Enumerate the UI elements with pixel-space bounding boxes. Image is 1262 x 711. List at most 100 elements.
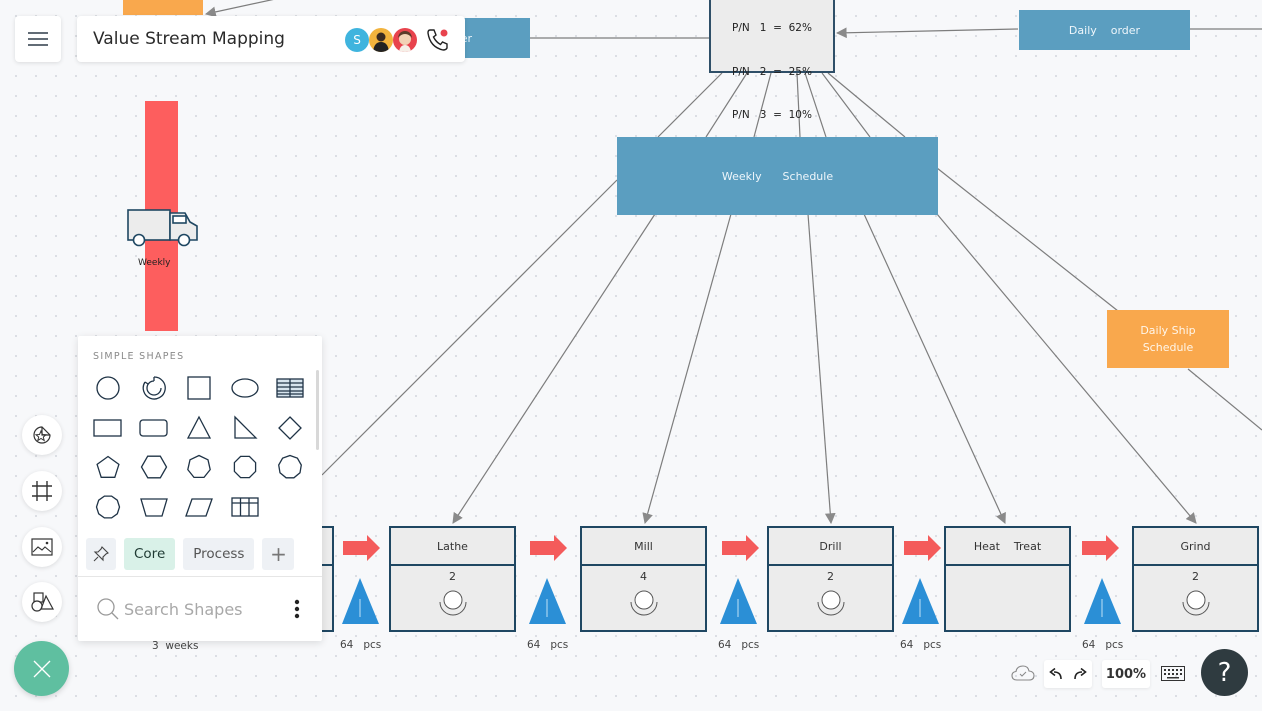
push-arrow[interactable] — [904, 535, 941, 561]
daily-order-box[interactable]: Daily order — [1019, 10, 1190, 50]
keyboard-shortcuts-icon[interactable] — [1161, 666, 1185, 681]
frame-button[interactable] — [22, 471, 62, 511]
inventory-triangle[interactable] — [720, 578, 757, 624]
shape-square[interactable] — [181, 370, 217, 406]
orange-box-partial[interactable] — [123, 0, 203, 15]
zoom-level[interactable]: 100% — [1102, 660, 1150, 688]
shape-trapezoid[interactable] — [136, 489, 172, 525]
shape-diamond[interactable] — [272, 410, 308, 446]
section-title: SIMPLE SHAPES — [93, 351, 185, 362]
shape-partial-circle[interactable] — [136, 370, 172, 406]
shape-parallelogram[interactable] — [181, 489, 217, 525]
document-title[interactable]: Value Stream Mapping — [93, 29, 285, 49]
shape-pentagon[interactable] — [90, 449, 126, 485]
trapezoid-icon — [139, 497, 168, 517]
truck-icon[interactable] — [127, 209, 198, 247]
document-title-bar: Value Stream Mapping S — [77, 16, 465, 62]
shape-nonagon[interactable] — [272, 449, 308, 485]
shape-grid-table[interactable] — [227, 489, 263, 525]
shape-library-panel: SIMPLE SHAPES Core Process + Search Shap… — [78, 336, 322, 641]
call-icon[interactable] — [425, 27, 451, 53]
operator-icon — [817, 590, 844, 616]
push-arrow[interactable] — [722, 535, 759, 561]
connector-line[interactable] — [936, 213, 1197, 524]
image-button[interactable] — [22, 527, 62, 567]
inventory-triangle[interactable] — [529, 578, 566, 624]
connector-line[interactable] — [204, 0, 280, 18]
avatar[interactable] — [369, 28, 393, 52]
add-library-button[interactable]: + — [262, 538, 295, 570]
shape-hexagon[interactable] — [136, 449, 172, 485]
process-box-heat-treat[interactable]: Heat Treat — [944, 526, 1071, 632]
shape-decagon[interactable] — [90, 489, 126, 525]
connector-line[interactable] — [835, 27, 1019, 39]
operator-icon — [630, 590, 657, 616]
hamburger-icon — [28, 32, 48, 46]
undo-icon[interactable] — [1049, 668, 1063, 680]
user-photo-icon — [398, 31, 412, 52]
shape-table-lines[interactable] — [272, 370, 308, 406]
search-input[interactable]: Search Shapes — [124, 600, 243, 619]
close-panel-button[interactable] — [14, 641, 69, 696]
process-name: Lathe — [391, 528, 514, 566]
close-icon — [33, 660, 50, 677]
tab-process[interactable]: Process — [183, 538, 255, 570]
connector-line[interactable] — [936, 167, 1119, 312]
shape-right-triangle[interactable] — [227, 410, 263, 446]
operator-icon — [1182, 590, 1209, 616]
sticker-button[interactable] — [22, 415, 62, 455]
more-options-icon[interactable] — [294, 599, 300, 619]
octagon-icon — [233, 455, 256, 479]
redo-icon[interactable] — [1073, 668, 1087, 680]
process-box-drill[interactable]: Drill 2 — [767, 526, 894, 632]
undo-redo-group — [1044, 660, 1092, 688]
pinned-tab[interactable] — [86, 538, 116, 570]
help-button[interactable]: ? — [1201, 649, 1248, 696]
shapes-button[interactable] — [22, 582, 62, 622]
connector-line[interactable] — [321, 179, 618, 476]
inventory-triangle[interactable] — [902, 578, 939, 624]
process-name: Drill — [769, 528, 892, 566]
connector-line[interactable] — [642, 213, 732, 525]
connector-line[interactable] — [807, 213, 836, 525]
weekly-schedule-box[interactable]: Weekly Schedule — [617, 137, 938, 215]
connector-line[interactable] — [1187, 368, 1262, 431]
menu-button[interactable] — [15, 16, 61, 62]
push-arrow[interactable] — [343, 535, 380, 561]
sticker-icon — [33, 426, 51, 444]
pn-line: P/N 3 = 10% — [732, 109, 812, 121]
connector-line[interactable] — [452, 213, 656, 524]
panel-scrollbar[interactable] — [316, 370, 319, 450]
process-box-lathe[interactable]: Lathe 2 — [389, 526, 516, 632]
production-control-box[interactable]: P/N 1 = 62% P/N 2 = 25% P/N 3 = 10% P/N … — [709, 0, 835, 165]
avatar[interactable] — [393, 28, 417, 52]
shape-rounded-rectangle[interactable] — [136, 410, 172, 446]
circle-icon — [96, 376, 120, 400]
connector-line[interactable] — [827, 72, 906, 138]
shape-search[interactable]: Search Shapes — [78, 577, 322, 641]
tab-core[interactable]: Core — [124, 538, 176, 570]
shape-octagon[interactable] — [227, 449, 263, 485]
shape-heptagon[interactable] — [181, 449, 217, 485]
process-box-mill[interactable]: Mill 4 — [580, 526, 707, 632]
pn-line: P/N 2 = 25% — [732, 65, 812, 78]
shape-rectangle[interactable] — [90, 410, 126, 446]
ellipse-icon — [230, 378, 259, 398]
shape-triangle[interactable] — [181, 410, 217, 446]
push-arrow[interactable] — [530, 535, 567, 561]
avatar[interactable]: S — [345, 28, 369, 52]
shape-ellipse[interactable] — [227, 370, 263, 406]
cloud-saved-icon[interactable] — [1011, 664, 1035, 682]
shape-circle[interactable] — [90, 370, 126, 406]
connector-line[interactable] — [863, 213, 1006, 524]
inventory-triangle[interactable] — [342, 578, 379, 624]
inventory-triangle[interactable] — [1084, 578, 1121, 624]
decagon-icon — [95, 494, 121, 519]
process-box-grind[interactable]: Grind 2 — [1132, 526, 1259, 632]
triangle-icon — [186, 415, 212, 439]
push-arrow[interactable] — [1082, 535, 1119, 561]
daily-ship-schedule-box[interactable]: Daily Ship Schedule — [1107, 310, 1229, 368]
nonagon-icon — [278, 454, 302, 479]
inventory-label: 64 pcs — [1082, 639, 1124, 651]
operator-count: 2 — [449, 570, 456, 583]
